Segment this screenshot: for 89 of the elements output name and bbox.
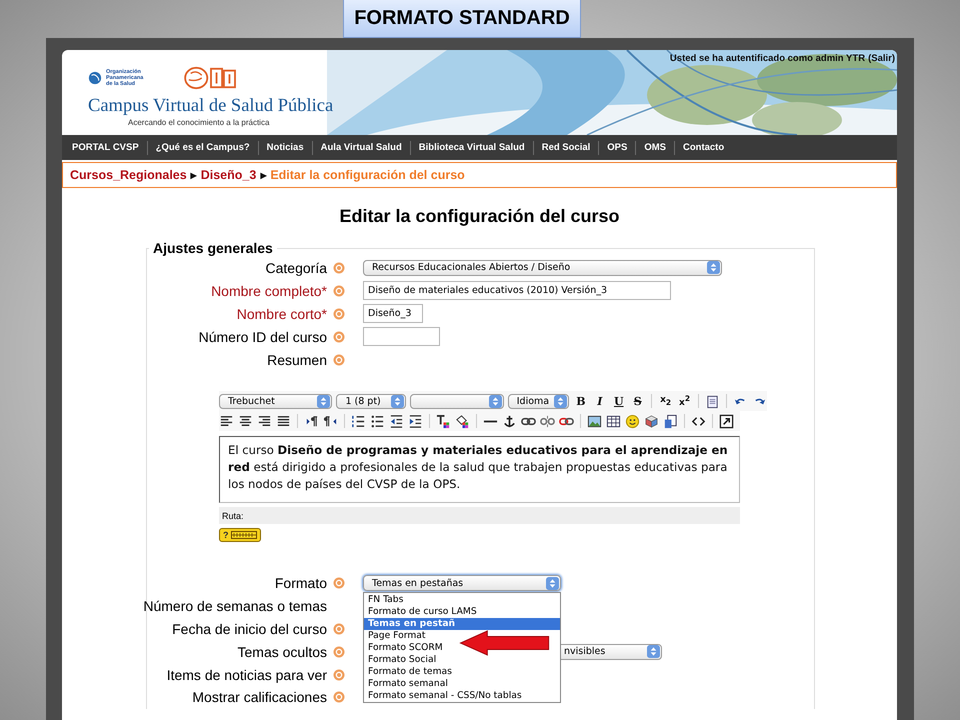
outdent-icon[interactable] [389, 414, 404, 428]
dropdown-option[interactable]: Formato semanal [364, 678, 448, 690]
field-label: Nombre completo* [211, 282, 327, 298]
keyboard-icon [230, 531, 256, 539]
slide-label: FORMATO STANDARD [343, 0, 581, 38]
dropdown-option[interactable]: Formato semanal - CSS/No tablas [364, 690, 522, 702]
field-label: Categoría [266, 260, 327, 276]
italic-button[interactable]: I [592, 394, 608, 408]
page-title: Editar la configuración del curso [338, 205, 621, 228]
field-label: Fecha de inicio del curso [172, 620, 327, 637]
field-label: Temas ocultos [238, 644, 327, 660]
input-field[interactable]: Diseño_3 [363, 304, 423, 323]
document-icon[interactable] [663, 414, 678, 428]
indent-icon[interactable] [408, 414, 423, 428]
breadcrumb-link[interactable]: Diseño_3 [200, 168, 256, 182]
dropdown-option[interactable]: Temas en pestañ [364, 618, 560, 630]
section-title: Ajustes generales [152, 240, 274, 256]
nav-link[interactable]: Red Social [532, 140, 598, 154]
logout-link[interactable]: (Salir) [868, 53, 895, 64]
font-select[interactable]: Trebuchet [219, 394, 332, 408]
breadcrumb-separator: ▶ [260, 170, 266, 180]
field-label: Formato [274, 575, 327, 592]
text-direction-icon[interactable] [323, 414, 338, 428]
field-label: Items de noticias para ver [166, 666, 327, 683]
field-label: Número ID del curso [198, 328, 327, 344]
stepper-icon [707, 261, 720, 274]
summary-editor[interactable]: El curso Diseño de programas y materiales educativos para el aprendizaje en red está dirigido a profesionales de la salud que trabajen propuestas educativas para los nodos de países del CVSP de la OPS. [219, 436, 740, 503]
dropdown-option[interactable]: Formato Social [364, 654, 436, 666]
justify-icon[interactable] [276, 414, 291, 428]
globe-icon [88, 71, 102, 85]
stepper-icon [317, 394, 330, 408]
align-left-icon[interactable] [219, 414, 234, 428]
dropdown-option[interactable]: FN Tabs [364, 594, 404, 606]
field-label: Mostrar calificaciones [192, 689, 327, 706]
dropdown-option[interactable]: Formato de temas [364, 666, 452, 678]
stepper-icon [647, 645, 660, 658]
dropdown-option[interactable]: Page Format [364, 630, 426, 642]
keyboard-help-button[interactable]: ? [219, 528, 260, 542]
table-icon[interactable] [606, 414, 621, 428]
anchor-icon[interactable] [502, 414, 517, 428]
cube-icon[interactable] [644, 414, 659, 428]
category-select[interactable]: Recursos Educacionales Abiertos / Diseño [363, 260, 722, 276]
breadcrumb-current: Editar la configuración del curso [270, 168, 465, 182]
breadcrumb-link[interactable]: Cursos_Regionales [70, 168, 187, 182]
image-icon[interactable] [587, 414, 602, 428]
site-title: Campus Virtual de Salud Pública [88, 96, 334, 117]
field-label: Resumen [267, 352, 327, 368]
smiley-icon[interactable] [625, 414, 640, 428]
text-color-icon[interactable] [436, 414, 451, 428]
text-direction-icon[interactable] [304, 414, 319, 428]
clipboard-icon[interactable] [705, 394, 720, 408]
unlink-icon[interactable] [540, 414, 555, 428]
language-select[interactable]: Idioma [508, 394, 570, 408]
dropdown-option[interactable]: Formato SCORM [364, 642, 443, 654]
field-label: Número de semanas o temas [143, 598, 327, 614]
nav-link[interactable]: ¿Qué es el Campus? [146, 140, 258, 154]
nav-link[interactable]: Noticias [258, 140, 312, 154]
stepper-icon [391, 394, 404, 408]
align-right-icon[interactable] [257, 414, 272, 428]
breadcrumb-separator: ▶ [190, 170, 197, 180]
format-select[interactable]: Temas en pestañas [363, 575, 561, 592]
dropdown-option[interactable]: Formato de curso LAMS [364, 606, 477, 618]
nav-link[interactable]: Contacto [674, 140, 732, 154]
stepper-icon [488, 394, 502, 408]
expand-icon[interactable] [719, 414, 734, 428]
nav-link[interactable]: Biblioteca Virtual Salud [410, 140, 533, 154]
align-center-icon[interactable] [238, 414, 253, 428]
strikethrough-button[interactable]: S [630, 394, 646, 408]
size-select[interactable]: 1 (8 pt) [336, 394, 406, 408]
field-label: Nombre corto* [236, 306, 327, 322]
stepper-icon [554, 394, 568, 408]
nav-link[interactable]: OMS [635, 140, 674, 154]
bold-button[interactable]: B [573, 394, 588, 408]
tagline: Acercando el conocimiento a la práctica [128, 118, 270, 127]
path-label: Ruta: [222, 510, 244, 520]
input-field[interactable] [363, 327, 440, 346]
stepper-icon [546, 576, 559, 590]
login-status: Usted se ha autentificado como admin YTR [670, 53, 866, 64]
fill-color-icon[interactable] [455, 414, 470, 428]
underline-button[interactable]: U [611, 394, 626, 408]
bullet-list-icon[interactable] [370, 414, 385, 428]
subscript-button[interactable]: x$_{2}$ [658, 395, 674, 407]
style-select[interactable] [410, 394, 504, 408]
superscript-button[interactable]: x$^{2}$ [677, 394, 692, 408]
input-field[interactable]: Diseño de materiales educativos (2010) Versión_3 [363, 281, 671, 300]
nav-link[interactable]: PORTAL CVSP [64, 140, 147, 154]
nav-link[interactable]: OPS [598, 140, 636, 154]
nav-link[interactable]: Aula Virtual Salud [312, 140, 410, 154]
numbered-list-icon[interactable] [351, 414, 366, 428]
